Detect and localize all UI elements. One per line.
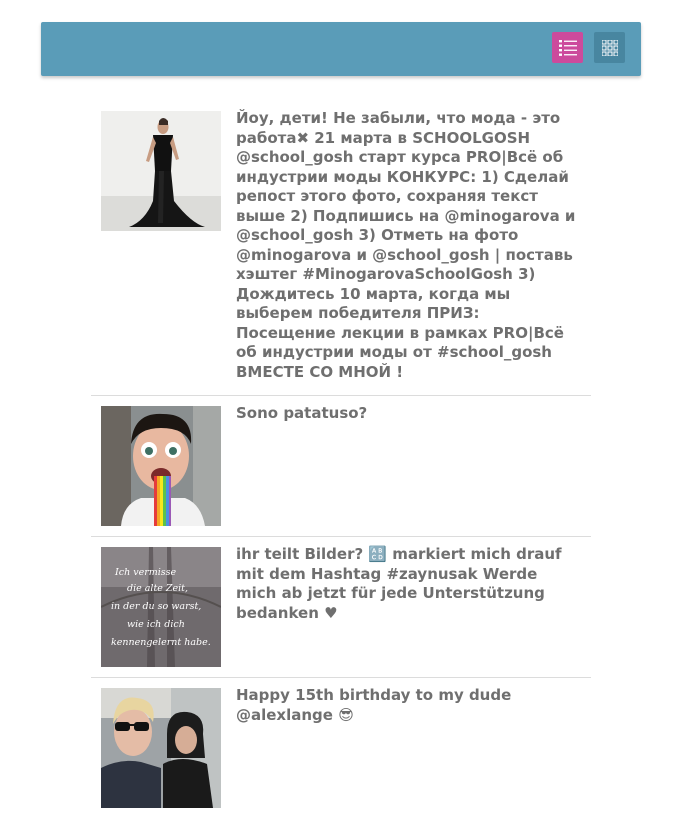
list-view-icon bbox=[558, 39, 577, 56]
post-item[interactable]: Sono patatuso? bbox=[91, 396, 591, 537]
post-thumbnail[interactable] bbox=[101, 406, 221, 526]
image-quote-line: die alte Zeit, bbox=[127, 583, 188, 594]
woman-in-black-gown-photo bbox=[101, 111, 221, 231]
image-quote-line: in der du so warst, bbox=[111, 601, 201, 612]
post-thumbnail[interactable] bbox=[101, 111, 221, 231]
image-quote-line: Ich vermisse bbox=[114, 567, 177, 578]
top-toolbar bbox=[41, 22, 641, 76]
post-thumbnail[interactable] bbox=[101, 688, 221, 808]
image-quote-line: kennengelernt habe. bbox=[111, 637, 211, 648]
post-caption: Happy 15th birthday to my dude @alexlang… bbox=[236, 686, 512, 724]
post-feed: Йоу, дети! Не забыли, что мода - это раб… bbox=[91, 101, 591, 819]
post-item[interactable]: Ich vermisse die alte Zeit, in der du so… bbox=[91, 537, 591, 678]
list-view-button[interactable] bbox=[552, 32, 583, 63]
post-caption: Йоу, дети! Не забыли, что мода - это раб… bbox=[236, 109, 576, 381]
post-caption: ihr teilt Bilder? 🔠 markiert mich drauf … bbox=[236, 545, 562, 622]
quote-on-bridge-photo: Ich vermisse die alte Zeit, in der du so… bbox=[101, 547, 221, 667]
post-item[interactable]: Happy 15th birthday to my dude @alexlang… bbox=[91, 678, 591, 819]
post-caption: Sono patatuso? bbox=[236, 404, 368, 422]
image-quote-line: wie ich dich bbox=[127, 619, 185, 630]
post-thumbnail[interactable]: Ich vermisse die alte Zeit, in der du so… bbox=[101, 547, 221, 667]
grid-view-button[interactable] bbox=[594, 32, 625, 63]
two-boys-selfie-photo bbox=[101, 688, 221, 808]
post-item[interactable]: Йоу, дети! Не забыли, что мода - это раб… bbox=[91, 101, 591, 396]
grid-view-icon bbox=[601, 39, 618, 56]
rainbow-tongue-selfie-photo bbox=[101, 406, 221, 526]
